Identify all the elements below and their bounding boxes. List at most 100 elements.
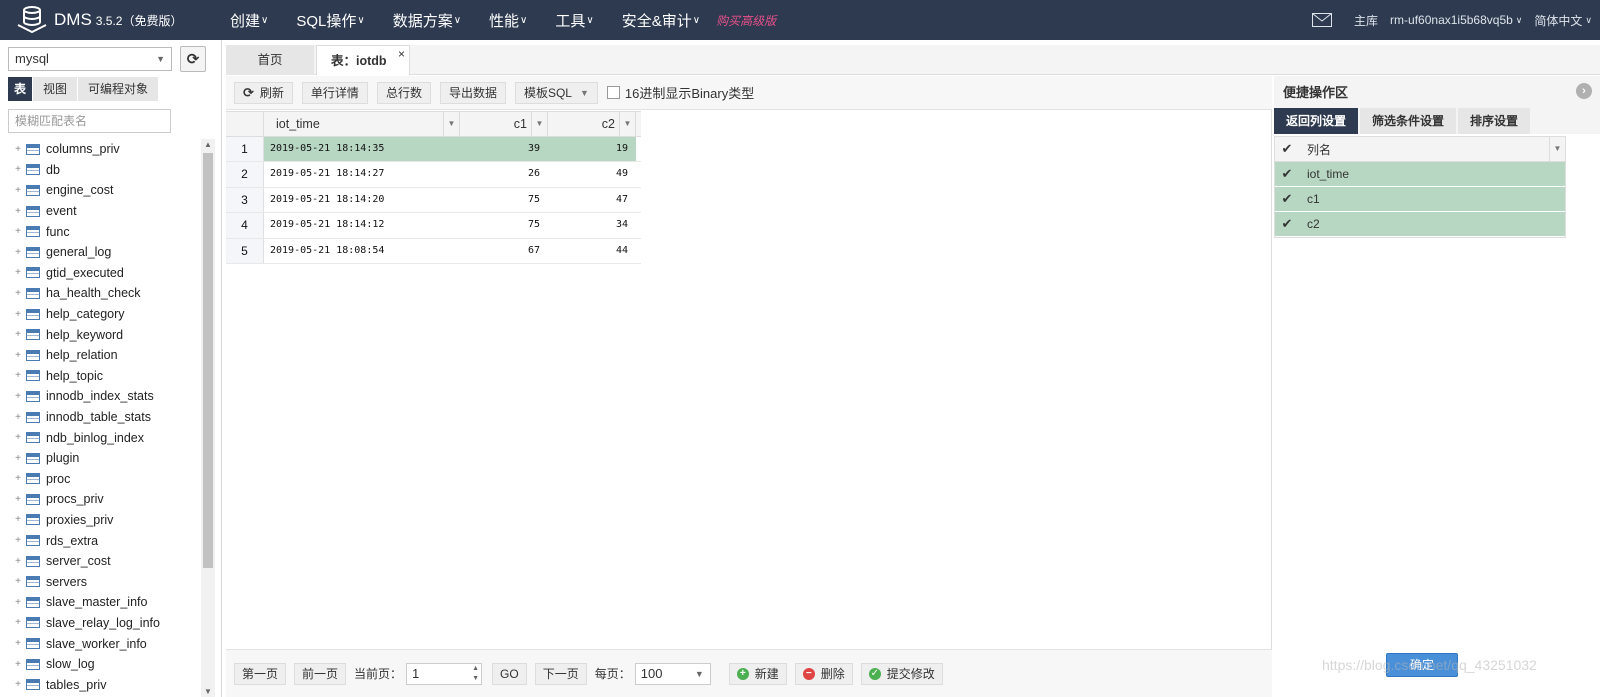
template-sql-dropdown[interactable]: 模板SQL ▼ (514, 81, 598, 104)
expand-icon[interactable]: + (12, 370, 24, 382)
expand-icon[interactable]: + (12, 164, 24, 176)
tab-views[interactable]: 视图 (33, 77, 79, 101)
expand-icon[interactable]: + (12, 184, 24, 196)
table-row[interactable]: 1 2019-05-21 18:14:35 39 19 (226, 137, 641, 163)
table-tree-item[interactable]: + help_keyword (0, 324, 200, 345)
column-menu-icon[interactable]: ▼ (619, 112, 635, 136)
tab-return-columns[interactable]: 返回列设置 (1274, 108, 1359, 134)
prev-page-button[interactable]: 前一页 (294, 662, 347, 685)
menu-performance[interactable]: 性能 ∨ (475, 0, 541, 40)
go-button[interactable]: GO (492, 662, 527, 685)
upgrade-link[interactable]: 购买高级版 (716, 12, 776, 29)
tab-sort-settings[interactable]: 排序设置 (1458, 108, 1531, 134)
expand-icon[interactable]: + (12, 617, 24, 629)
expand-icon[interactable]: + (12, 473, 24, 485)
return-column-item[interactable]: ✔ c1 (1275, 187, 1565, 212)
cell-c1[interactable]: 67 (460, 239, 548, 263)
expand-icon[interactable]: + (12, 349, 24, 361)
menu-tools[interactable]: 工具 ∨ (541, 0, 607, 40)
expand-icon[interactable]: + (12, 493, 24, 505)
close-icon[interactable]: × (398, 39, 405, 69)
table-tree-item[interactable]: + slave_relay_log_info (0, 613, 200, 634)
table-tree-item[interactable]: + tables_priv (0, 674, 200, 695)
table-tree-item[interactable]: + plugin (0, 448, 200, 469)
expand-icon[interactable]: + (12, 246, 24, 258)
table-tree-item[interactable]: + proc (0, 469, 200, 490)
hex-binary-checkbox[interactable]: 16进制显示Binary类型 (606, 83, 754, 102)
cell-c1[interactable]: 75 (460, 213, 548, 237)
table-tree-item[interactable]: + procs_priv (0, 489, 200, 510)
scroll-down-icon[interactable]: ▼ (203, 687, 213, 696)
expand-icon[interactable]: + (12, 287, 24, 299)
mail-icon[interactable] (1312, 13, 1333, 27)
table-tree-item[interactable]: + ha_health_check (0, 283, 200, 304)
tab-home[interactable]: 首页 (226, 45, 314, 75)
checkbox-checked-icon[interactable]: ✔ (1275, 191, 1299, 207)
spinner-icon[interactable]: ▲ ▼ (472, 664, 479, 684)
expand-icon[interactable]: + (12, 308, 24, 320)
table-tree-item[interactable]: + db (0, 160, 200, 181)
menu-data-plan[interactable]: 数据方案 ∨ (379, 0, 475, 40)
menu-sql[interactable]: SQL操作 ∨ (282, 0, 378, 40)
cell-c1[interactable]: 39 (460, 137, 548, 162)
expand-icon[interactable]: + (12, 411, 24, 423)
cell-c2[interactable]: 47 (548, 188, 636, 212)
delete-row-button[interactable]: − 删除 (794, 662, 853, 685)
refresh-databases-button[interactable]: ⟳ (180, 46, 206, 72)
menu-create[interactable]: 创建 ∨ (216, 0, 282, 40)
expand-icon[interactable]: + (12, 143, 24, 155)
return-column-item[interactable]: ✔ iot_time (1275, 162, 1565, 187)
total-rows-button[interactable]: 总行数 (376, 81, 431, 104)
select-all-checkbox[interactable]: ✔ (1275, 141, 1299, 157)
scrollbar-thumb[interactable] (203, 153, 213, 568)
table-row[interactable]: 4 2019-05-21 18:14:12 75 34 (226, 213, 641, 239)
column-header-c1[interactable]: c1 ▼ (460, 112, 548, 136)
cell-c1[interactable]: 75 (460, 188, 548, 212)
instance-selector[interactable]: rm-uf60nax1i5b68vq5b (1390, 13, 1513, 27)
current-page-input[interactable]: 1 ▲ ▼ (406, 662, 483, 685)
expand-icon[interactable]: + (12, 638, 24, 650)
database-select[interactable]: mysql ▼ (8, 47, 172, 71)
row-detail-button[interactable]: 单行详情 (301, 81, 368, 104)
tab-filter-conditions[interactable]: 筛选条件设置 (1360, 108, 1457, 134)
expand-icon[interactable]: + (12, 596, 24, 608)
table-row[interactable]: 5 2019-05-21 18:08:54 67 44 (226, 238, 641, 264)
new-row-button[interactable]: + 新建 (728, 662, 787, 685)
table-tree-item[interactable]: + func (0, 221, 200, 242)
table-tree-item[interactable]: + innodb_table_stats (0, 407, 200, 428)
checkbox-checked-icon[interactable]: ✔ (1275, 216, 1299, 232)
expand-icon[interactable]: + (12, 390, 24, 402)
column-menu-icon[interactable]: ▼ (443, 112, 459, 136)
expand-icon[interactable]: + (12, 205, 24, 217)
expand-icon[interactable]: + (12, 576, 24, 588)
table-tree-item[interactable]: + innodb_index_stats (0, 386, 200, 407)
table-tree-item[interactable]: + engine_cost (0, 180, 200, 201)
column-header-iot-time[interactable]: iot_time ▼ (264, 112, 460, 136)
table-tree-item[interactable]: + ndb_binlog_index (0, 427, 200, 448)
expand-icon[interactable]: + (12, 267, 24, 279)
submit-changes-button[interactable]: ✓ 提交修改 (860, 662, 943, 685)
table-tree-item[interactable]: + columns_priv (0, 139, 200, 160)
table-tree-item[interactable]: + slave_master_info (0, 592, 200, 613)
expand-icon[interactable]: + (12, 514, 24, 526)
tab-table-iotdb[interactable]: 表：iotdb × (316, 45, 410, 75)
table-tree-item[interactable]: + general_log (0, 242, 200, 263)
scroll-up-icon[interactable]: ▲ (203, 140, 213, 149)
expand-icon[interactable]: + (12, 679, 24, 691)
per-page-select[interactable]: 100 ▼ (634, 662, 711, 685)
tab-programmable[interactable]: 可编程对象 (78, 77, 160, 101)
cell-iot-time[interactable]: 2019-05-21 18:14:35 (264, 137, 460, 162)
cell-c2[interactable]: 19 (548, 137, 636, 162)
cell-c2[interactable]: 44 (548, 239, 636, 263)
table-row[interactable]: 3 2019-05-21 18:14:20 75 47 (226, 187, 641, 214)
expand-icon[interactable]: + (12, 226, 24, 238)
tab-tables[interactable]: 表 (8, 77, 34, 101)
menu-security-audit[interactable]: 安全&审计 ∨ (608, 0, 714, 40)
expand-icon[interactable]: + (12, 658, 24, 670)
column-menu-icon[interactable]: ▼ (531, 112, 547, 136)
table-tree-item[interactable]: + slave_worker_info (0, 633, 200, 654)
table-tree-item[interactable]: + gtid_executed (0, 263, 200, 284)
expand-icon[interactable]: + (12, 452, 24, 464)
column-menu-icon[interactable]: ▼ (1549, 137, 1565, 161)
checkbox-checked-icon[interactable]: ✔ (1275, 166, 1299, 182)
